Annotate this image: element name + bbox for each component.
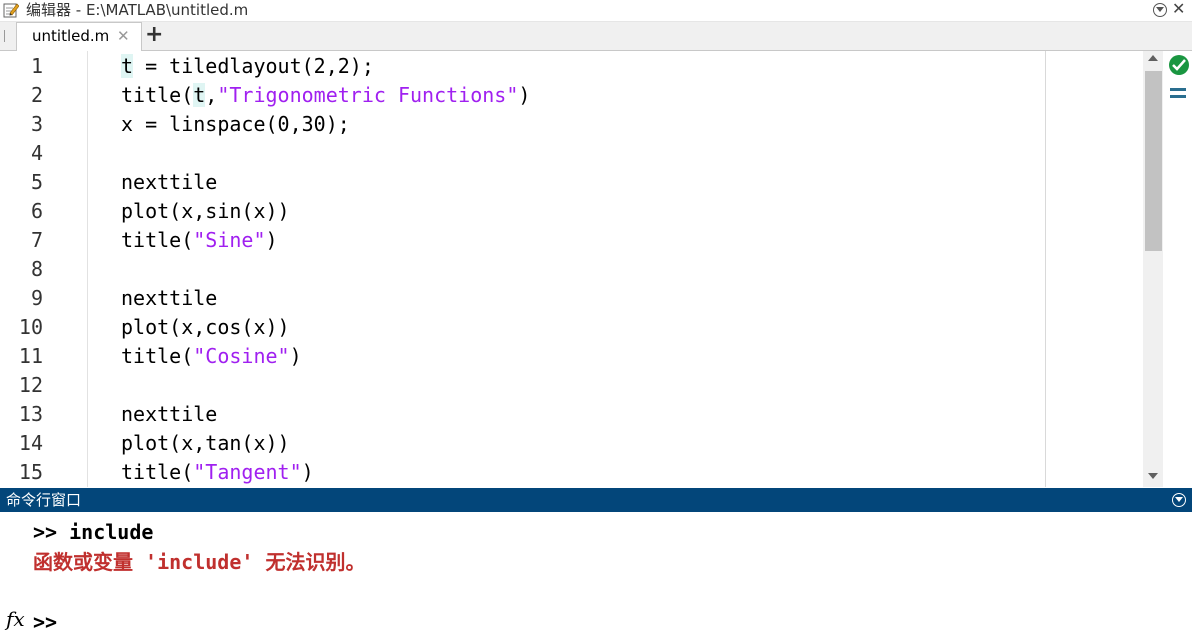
window-title: 编辑器 - E:\MATLAB\untitled.m [26, 1, 249, 19]
code-line[interactable]: t = tiledlayout(2,2); [121, 52, 374, 81]
new-tab-button[interactable]: + [145, 21, 163, 49]
line-number: 2 [30, 83, 43, 107]
command-prompt[interactable]: >> [33, 608, 57, 636]
tab-close-icon[interactable]: ✕ [117, 25, 130, 47]
line-number: 14 [18, 431, 43, 455]
code-line[interactable]: plot(x,cos(x)) [121, 313, 290, 342]
line-number: 6 [30, 199, 43, 223]
tab-scroll-indicator [4, 30, 5, 42]
scroll-down-arrow-icon[interactable] [1148, 473, 1158, 479]
tab-label[interactable]: untitled.m [32, 25, 109, 47]
command-window-options-button[interactable] [1172, 493, 1186, 507]
code-line[interactable]: nexttile [121, 168, 217, 197]
code-line[interactable]: nexttile [121, 284, 217, 313]
line-number: 15 [18, 460, 43, 484]
line-number: 4 [30, 141, 43, 165]
command-error-message: 函数或变量 'include' 无法识别。 [33, 550, 366, 574]
line-number: 11 [18, 344, 43, 368]
line-number: 10 [18, 315, 43, 339]
code-line[interactable]: title(t,"Trigonometric Functions") [121, 81, 530, 110]
function-browser-icon[interactable]: fx [6, 606, 25, 632]
right-margin-guide [1045, 51, 1046, 487]
window-close-button[interactable]: ✕ [1172, 1, 1185, 17]
editor-tab-bar [0, 22, 1192, 51]
analysis-marker-icon[interactable] [1170, 95, 1186, 98]
analysis-marker-icon[interactable] [1170, 88, 1186, 91]
line-number: 9 [30, 286, 43, 310]
code-line[interactable]: title("Sine") [121, 226, 278, 255]
line-number: 7 [30, 228, 43, 252]
line-number: 13 [18, 402, 43, 426]
line-number: 8 [30, 257, 43, 281]
code-analyzer-ok-icon[interactable] [1169, 55, 1189, 75]
command-history-line: >> include [33, 520, 154, 544]
scroll-up-arrow-icon[interactable] [1148, 55, 1158, 61]
code-line[interactable]: title("Tangent") [121, 458, 314, 487]
line-number: 5 [30, 170, 43, 194]
command-window-title: 命令行窗口 [6, 491, 82, 509]
command-window-body[interactable] [0, 512, 1192, 641]
code-line[interactable]: nexttile [121, 400, 217, 429]
editor-app-icon [3, 2, 20, 18]
line-number: 3 [30, 112, 43, 136]
window-title-bar: 编辑器 - E:\MATLAB\untitled.m [0, 0, 1192, 22]
command-window-header [0, 488, 1192, 512]
code-line[interactable]: x = linspace(0,30); [121, 110, 350, 139]
line-number: 12 [18, 373, 43, 397]
code-line[interactable]: title("Cosine") [121, 342, 302, 371]
scrollbar-thumb[interactable] [1145, 71, 1162, 251]
line-number: 1 [30, 54, 43, 78]
code-editor[interactable]: 1 2 3 4 5 6 7 8 9 10 11 12 13 14 15 t = … [0, 51, 1192, 487]
code-line[interactable]: plot(x,tan(x)) [121, 429, 290, 458]
code-line[interactable]: plot(x,sin(x)) [121, 197, 290, 226]
window-options-button[interactable] [1153, 3, 1167, 17]
